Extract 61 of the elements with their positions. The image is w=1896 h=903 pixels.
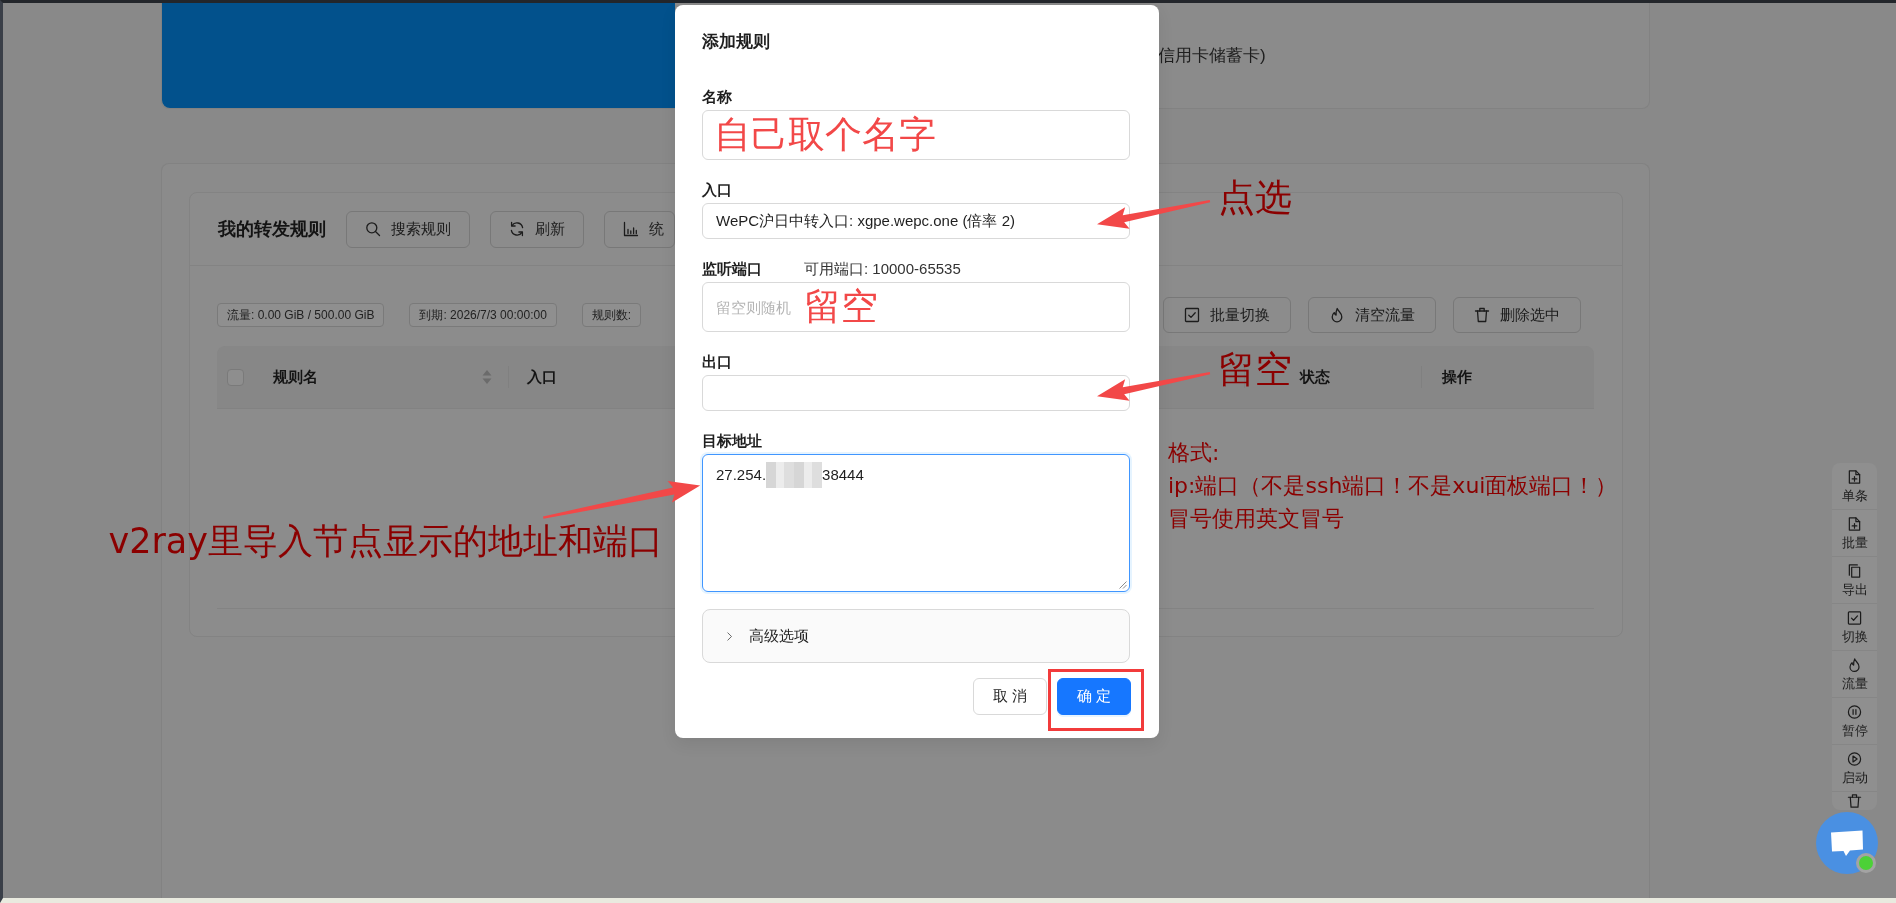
bar-chart-icon	[623, 221, 639, 237]
field-label: 出口	[702, 352, 732, 372]
file-plus-icon	[1847, 469, 1862, 485]
field-label: 入口	[702, 180, 732, 200]
copy-icon	[1847, 563, 1862, 579]
text-input[interactable]	[702, 110, 1130, 160]
section-title: 我的转发规则	[218, 218, 326, 241]
column-header: 入口	[527, 367, 557, 387]
toolbar-button[interactable]: 切换	[1832, 604, 1877, 651]
trash-icon	[1474, 307, 1490, 323]
toolbar-button[interactable]: 暂停	[1832, 698, 1877, 745]
toolbar-button[interactable]: 流量	[1832, 651, 1877, 698]
file-plus-icon	[1847, 516, 1862, 532]
field-label: 监听端口	[702, 259, 762, 279]
info-tag: 到期: 2026/7/3 00:00:00	[409, 303, 557, 327]
column-header: 操作	[1442, 367, 1472, 387]
toolbar-button[interactable]: 统	[604, 210, 675, 248]
info-tag: 规则数:	[581, 303, 642, 327]
column-header: 状态	[1300, 367, 1330, 387]
flame-icon	[1847, 657, 1862, 673]
toolbar-button[interactable]: 搜索规则	[346, 210, 470, 248]
select-field[interactable]	[702, 375, 1130, 411]
refresh-icon	[509, 221, 525, 237]
bulk-action-button[interactable]: 批量切换	[1163, 297, 1291, 333]
advanced-options-panel[interactable]: 高级选项	[702, 609, 1130, 663]
chat-bubble-icon	[1830, 829, 1864, 857]
annotation-text: 点选	[1218, 177, 1292, 220]
annotation-text: 冒号使用英文冒号	[1168, 505, 1345, 533]
pause-icon	[1847, 704, 1862, 720]
annotation-text: 留空	[804, 285, 878, 329]
toolbar-button[interactable]: 导出	[1832, 557, 1877, 604]
annotation-text: 格式:	[1168, 439, 1221, 467]
toolbar-button[interactable]: 启动	[1832, 745, 1877, 792]
toolbar-button[interactable]: 批量	[1832, 510, 1877, 557]
column-header: 规则名	[273, 367, 318, 387]
toolbar-button[interactable]: 单条	[1832, 463, 1877, 510]
toolbar-button[interactable]: 刷新	[490, 210, 584, 248]
info-tag: 流量: 0.00 GiB / 500.00 GiB	[217, 303, 385, 327]
annotation-text: ip:端口（不是ssh端口！不是xui面板端口！）	[1168, 472, 1618, 500]
trash-icon	[1847, 793, 1862, 809]
cancel-button[interactable]: 取 消	[972, 678, 1047, 715]
resize-handle-icon[interactable]	[1119, 581, 1127, 589]
annotation-text: 自己取个名字	[714, 113, 936, 157]
flame-icon	[1329, 307, 1345, 323]
annotation-text: 留空	[1218, 349, 1292, 392]
textarea-field[interactable]: 27.254. 38444	[702, 454, 1130, 592]
play-icon	[1847, 751, 1862, 767]
confirm-button[interactable]: 确 定	[1056, 678, 1131, 715]
annotation-text: v2ray里导入节点显示的地址和端口	[108, 521, 663, 562]
checkbox-icon	[1847, 610, 1862, 626]
chat-button[interactable]	[1816, 812, 1878, 874]
dialog-title: 添加规则	[702, 31, 771, 53]
banner-text: 信用卡储蓄卡)	[1158, 45, 1266, 67]
field-label: 名称	[702, 87, 732, 107]
field-label: 目标地址	[702, 431, 762, 451]
field-hint: 可用端口: 10000-65535	[804, 259, 961, 279]
bulk-action-button[interactable]: 删除选中	[1453, 297, 1581, 333]
select-field[interactable]: WePC沪日中转入口: xgpe.wepc.one (倍率 2)	[702, 203, 1130, 239]
bulk-action-button[interactable]: 清空流量	[1308, 297, 1436, 333]
checkbox-icon	[1184, 307, 1200, 323]
search-icon	[365, 221, 381, 237]
